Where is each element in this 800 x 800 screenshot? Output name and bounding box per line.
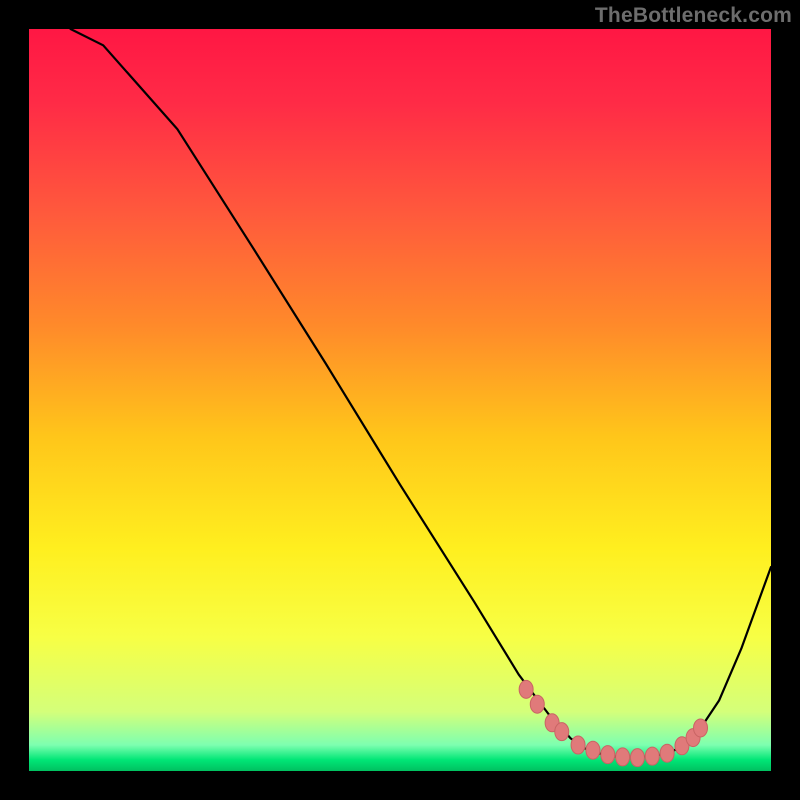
curve-marker: [586, 741, 600, 759]
curve-marker: [571, 736, 585, 754]
curve-marker: [555, 723, 569, 741]
plot-background: [29, 29, 771, 771]
attribution-watermark: TheBottleneck.com: [595, 4, 792, 28]
chart-container: TheBottleneck.com: [0, 0, 800, 800]
curve-marker: [616, 748, 630, 766]
curve-marker: [694, 719, 708, 737]
curve-marker: [519, 680, 533, 698]
curve-marker: [530, 695, 544, 713]
curve-marker: [645, 747, 659, 765]
curve-marker: [660, 744, 674, 762]
curve-marker: [601, 746, 615, 764]
curve-marker: [630, 749, 644, 767]
bottleneck-curve-chart: [0, 0, 800, 800]
